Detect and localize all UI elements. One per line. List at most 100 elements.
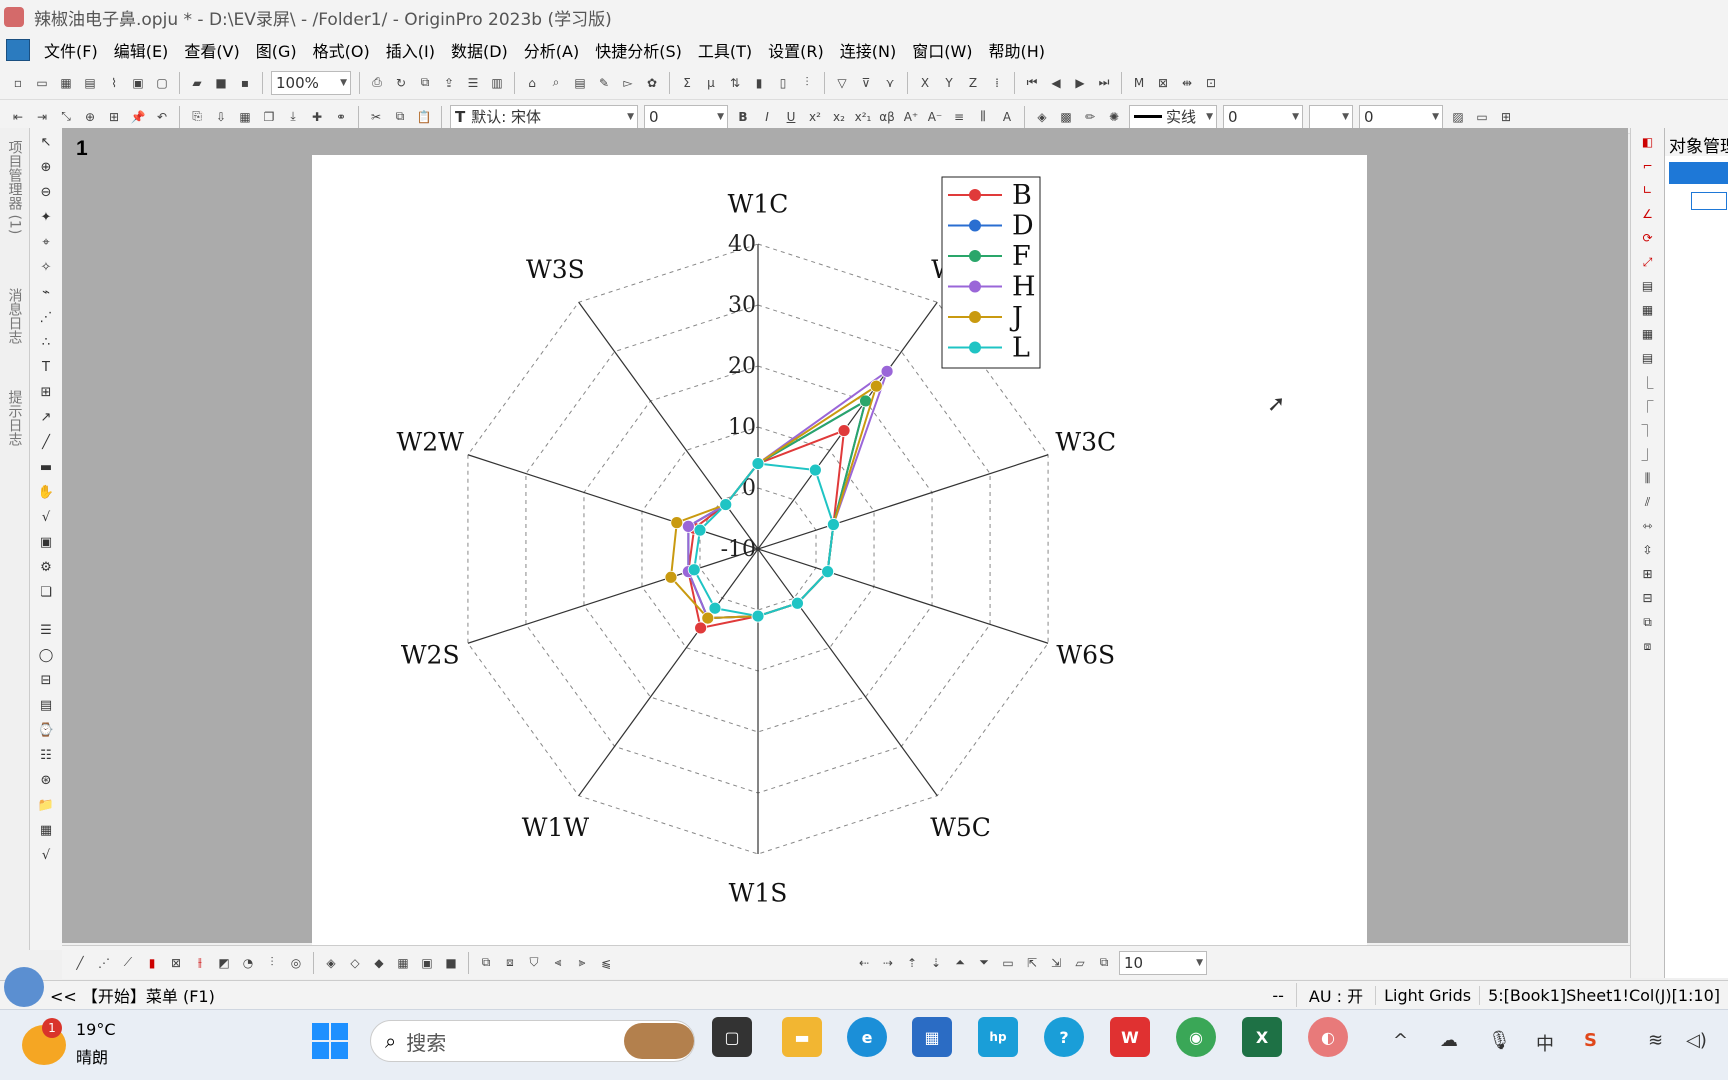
insert-icon[interactable]: ✚ bbox=[307, 107, 327, 127]
chrome-icon[interactable]: ◉ bbox=[1176, 1017, 1216, 1057]
graph-tree-node[interactable] bbox=[1669, 162, 1728, 184]
move-right-icon[interactable]: ⇢ bbox=[878, 953, 898, 973]
app-menu-icon[interactable] bbox=[6, 39, 30, 61]
copy-page-icon[interactable]: ⧉ bbox=[415, 73, 435, 93]
panel-icon[interactable]: ⫸ bbox=[572, 953, 592, 973]
gray-box-icon[interactable]: ■ bbox=[441, 953, 461, 973]
equation-icon[interactable]: √ bbox=[35, 506, 57, 528]
subscript-icon[interactable]: x₂ bbox=[829, 107, 849, 127]
hatch-icon[interactable]: ▨ bbox=[1448, 107, 1468, 127]
align-top-icon[interactable]: ⎾ bbox=[1638, 396, 1658, 416]
grid-theme[interactable]: Light Grids bbox=[1375, 985, 1479, 1005]
command-window-icon[interactable]: ▤ bbox=[570, 73, 590, 93]
shield-icon[interactable]: ⛉ bbox=[524, 953, 544, 973]
layout-1-icon[interactable]: ▤ bbox=[1638, 276, 1658, 296]
add-plot-icon[interactable]: ⊕ bbox=[80, 107, 100, 127]
extract-layer-icon[interactable]: ⧈ bbox=[500, 953, 520, 973]
new-layout-icon[interactable]: ▣ bbox=[128, 73, 148, 93]
first-icon[interactable]: ⏮ bbox=[1022, 73, 1042, 93]
pie-plot-icon[interactable]: ◔ bbox=[238, 953, 258, 973]
3d-surface-icon[interactable]: ◈ bbox=[321, 953, 341, 973]
au-status[interactable]: AU : 开 bbox=[1295, 983, 1375, 1007]
microphone-icon[interactable]: 🎙 bbox=[1488, 1030, 1511, 1051]
menu-quick-analysis[interactable]: 快捷分析(S) bbox=[587, 38, 690, 62]
origin-taskbar-icon[interactable]: ◐ bbox=[1308, 1017, 1348, 1057]
data-selector-icon[interactable]: ⋰ bbox=[35, 306, 57, 328]
taskbar-search-box[interactable]: ⌕ 搜索 bbox=[370, 1020, 695, 1062]
set-column-z-icon[interactable]: Z bbox=[963, 73, 983, 93]
same-height-icon[interactable]: ⇳ bbox=[1638, 540, 1658, 560]
lock-icon[interactable]: ⊡ bbox=[1201, 73, 1221, 93]
matrix-plot-icon[interactable]: ▦ bbox=[393, 953, 413, 973]
axis-y-icon[interactable]: ∠ bbox=[1638, 204, 1658, 224]
myhp-icon[interactable]: hp bbox=[978, 1017, 1018, 1057]
input-language[interactable]: 中 bbox=[1536, 1030, 1554, 1056]
pattern-icon[interactable]: ▩ bbox=[1056, 107, 1076, 127]
bar-chart-icon[interactable]: ▮ bbox=[749, 73, 769, 93]
clone-icon[interactable]: ❐ bbox=[259, 107, 279, 127]
menu-insert[interactable]: 插入(I) bbox=[378, 38, 443, 62]
filter-options-icon[interactable]: ⋎ bbox=[880, 73, 900, 93]
axis-x-icon[interactable]: ∟ bbox=[1638, 180, 1658, 200]
file-explorer-icon[interactable]: ▬ bbox=[782, 1017, 822, 1057]
table-tool-icon[interactable]: ▤ bbox=[35, 694, 57, 716]
prev-icon[interactable]: ◀ bbox=[1046, 73, 1066, 93]
group-icon[interactable]: ⊞ bbox=[1638, 564, 1658, 584]
store-icon[interactable]: ▦ bbox=[912, 1017, 952, 1057]
scatter-plot-icon[interactable]: ⋰ bbox=[94, 953, 114, 973]
folder-icon[interactable]: 📁 bbox=[35, 794, 57, 816]
mask-icon[interactable]: M bbox=[1129, 73, 1149, 93]
set-column-error-icon[interactable]: ⁞ bbox=[987, 73, 1007, 93]
stack-icon[interactable]: ⫷ bbox=[548, 953, 568, 973]
line-symbol-icon[interactable]: ⟋ bbox=[118, 953, 138, 973]
pyramid-icon[interactable]: ⏶ bbox=[950, 953, 970, 973]
tab-project-explorer[interactable]: 项目管理器 (1) bbox=[3, 140, 25, 238]
cut-icon[interactable]: ✂ bbox=[366, 107, 386, 127]
area-plot-icon[interactable]: ◩ bbox=[214, 953, 234, 973]
ungroup-icon[interactable]: ⊟ bbox=[1638, 588, 1658, 608]
export-icon[interactable]: ⇪ bbox=[439, 73, 459, 93]
distribute-h-icon[interactable]: ⫼ bbox=[1638, 468, 1658, 488]
menu-settings[interactable]: 设置(R) bbox=[760, 38, 832, 62]
columns-icon[interactable]: ⫼ bbox=[973, 107, 993, 127]
windows-start-icon[interactable] bbox=[312, 1023, 348, 1059]
rect-icon[interactable]: ▭ bbox=[998, 953, 1018, 973]
sqrt-icon[interactable]: √ bbox=[35, 844, 57, 866]
apps-icon[interactable]: ✿ bbox=[642, 73, 662, 93]
resize-icon[interactable]: ⇲ bbox=[1046, 953, 1066, 973]
font-combo[interactable]: T 默认: 宋体 ▼ bbox=[450, 104, 638, 129]
menu-connect[interactable]: 连接(N) bbox=[832, 38, 904, 62]
menu-help[interactable]: 帮助(H) bbox=[981, 38, 1054, 62]
script-window-icon[interactable]: ▻ bbox=[618, 73, 638, 93]
merge-icon[interactable]: ⊞ bbox=[104, 107, 124, 127]
hand-icon[interactable]: ✋ bbox=[35, 481, 57, 503]
zoom-out-icon[interactable]: ⊖ bbox=[35, 181, 57, 203]
supersub-icon[interactable]: x²₁ bbox=[853, 107, 873, 127]
menu-data[interactable]: 数据(D) bbox=[443, 38, 516, 62]
nudge-size-combo[interactable]: 10 ▼ bbox=[1119, 950, 1207, 975]
results-log-icon[interactable]: ⌕ bbox=[546, 73, 566, 93]
list-icon[interactable]: ☷ bbox=[35, 744, 57, 766]
weather-condition[interactable]: 晴朗 bbox=[76, 1044, 108, 1068]
import-icon[interactable]: ⇩ bbox=[211, 107, 231, 127]
menu-edit[interactable]: 编辑(E) bbox=[106, 38, 177, 62]
italic-icon[interactable]: I bbox=[757, 107, 777, 127]
underline-icon[interactable]: U bbox=[781, 107, 801, 127]
stat-chart-icon[interactable]: ⫶ bbox=[797, 73, 817, 93]
nudge-icon[interactable]: ⇱ bbox=[1022, 953, 1042, 973]
next-icon[interactable]: ▶ bbox=[1070, 73, 1090, 93]
graph-layers-icon[interactable]: ▥ bbox=[487, 73, 507, 93]
back-icon[interactable]: ⧈ bbox=[1638, 636, 1658, 656]
line-style-combo[interactable]: 实线 ▼ bbox=[1129, 104, 1217, 129]
menu-view[interactable]: 查看(V) bbox=[176, 38, 247, 62]
save-template-icon[interactable]: ▪ bbox=[235, 73, 255, 93]
info-icon[interactable]: ⊛ bbox=[35, 769, 57, 791]
contour-icon[interactable]: ◎ bbox=[286, 953, 306, 973]
draw-data-icon[interactable]: ⊞ bbox=[35, 381, 57, 403]
border-icon[interactable]: ▭ bbox=[1472, 107, 1492, 127]
template-icon[interactable]: ▣ bbox=[417, 953, 437, 973]
task-view-icon[interactable]: ▢ bbox=[712, 1017, 752, 1057]
font-color-icon[interactable]: A bbox=[997, 107, 1017, 127]
3d-bar-icon[interactable]: ◇ bbox=[345, 953, 365, 973]
graph-page[interactable]: -10010203040W1CW5SW3CW6SW5CW1SW1WW2SW2WW… bbox=[312, 155, 1367, 950]
